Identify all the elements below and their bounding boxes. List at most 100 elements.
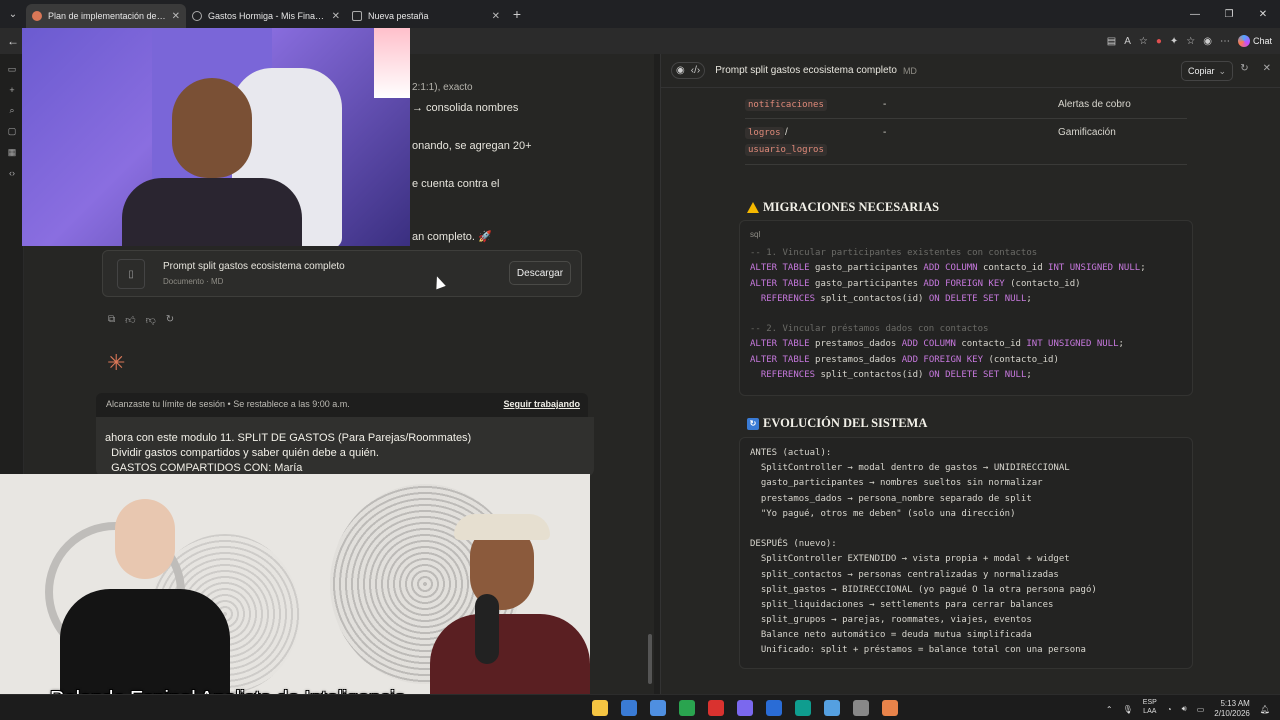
sql-keyword: ON DELETE SET: [928, 369, 1000, 380]
refresh-icon[interactable]: ↻: [1240, 63, 1248, 74]
panel-actions: ↻ ✕: [1240, 63, 1271, 74]
taskbar-app-icon[interactable]: [737, 700, 753, 716]
taskbar-apps: [592, 700, 898, 716]
taskbar-app-icon[interactable]: [766, 700, 782, 716]
reader-icon[interactable]: ▤: [1107, 36, 1116, 47]
tab-plan[interactable]: Plan de implementación de flujo d ✕: [26, 4, 186, 28]
session-limit-bar: Alcanzaste tu límite de sesión • Se rest…: [96, 393, 588, 417]
message-actions: ⧉ 👍︎ 👎︎ ↻: [108, 314, 174, 326]
chat-text-line: an completo. 🚀: [412, 231, 492, 243]
close-tab-icon[interactable]: ✕: [172, 11, 180, 22]
code-view-icon[interactable]: ‹/›: [691, 65, 700, 76]
chats-icon[interactable]: ▢: [0, 126, 24, 137]
artifact-panel-title: Prompt split gastos ecosistema completo: [715, 65, 897, 76]
preview-eye-icon[interactable]: ◉: [676, 65, 685, 76]
retry-icon[interactable]: ↻: [166, 314, 174, 326]
more-menu-icon[interactable]: ⋯: [1220, 36, 1230, 47]
evolution-lines: ANTES (actual): SplitController → modal …: [750, 446, 1182, 659]
sql-code-block: sql -- 1. Vincular participantes existent…: [739, 220, 1193, 396]
evolution-line: SplitController → modal dentro de gastos…: [750, 463, 1070, 474]
microphone-icon[interactable]: 🎙︎: [1123, 705, 1133, 714]
message-input[interactable]: ahora con este modulo 11. SPLIT DE GASTO…: [96, 417, 594, 477]
artifact-title: Prompt split gastos ecosistema completo: [163, 261, 345, 272]
close-window-icon[interactable]: ✕: [1246, 9, 1280, 20]
code-comment: -- 1. Vincular participantes existentes …: [750, 248, 1038, 259]
view-toggle[interactable]: ◉ ‹/›: [671, 62, 706, 79]
tab-title: Plan de implementación de flujo d: [48, 11, 166, 21]
taskbar-app-icon[interactable]: [621, 700, 637, 716]
new-chat-icon[interactable]: +: [0, 85, 24, 95]
taskbar-app-icon[interactable]: [882, 700, 898, 716]
evolution-line: DESPUÉS (nuevo):: [750, 539, 837, 550]
favorite-star-icon[interactable]: ☆: [1139, 36, 1148, 47]
lang-code: ESP: [1142, 699, 1157, 706]
sql-keyword: ALTER TABLE: [750, 339, 810, 350]
tab-nueva[interactable]: Nueva pestaña ✕: [346, 4, 506, 28]
taskbar-app-icon[interactable]: [679, 700, 695, 716]
tab-title: Gastos Hormiga - Mis Finanzas: [208, 11, 326, 21]
sql-keyword: ADD COLUMN: [901, 339, 956, 350]
puzzle-icon[interactable]: ✦: [1170, 36, 1178, 47]
code-token: ;: [1026, 293, 1032, 304]
migrations-heading: MIGRACIONES NECESARIAS: [747, 200, 939, 215]
evolution-line: "Yo pagué, otros me deben" (solo una dir…: [750, 508, 1016, 519]
language-indicator[interactable]: ESP LAA: [1143, 698, 1157, 716]
person-head: [172, 78, 252, 178]
text-size-icon[interactable]: A: [1124, 36, 1131, 47]
projects-icon[interactable]: ▦: [0, 147, 24, 158]
battery-icon[interactable]: ▭: [1197, 705, 1205, 714]
close-tab-icon[interactable]: ✕: [332, 11, 340, 22]
new-tab-icon[interactable]: +: [506, 6, 528, 22]
minimize-icon[interactable]: —: [1178, 9, 1212, 20]
thumbs-up-icon[interactable]: 👍︎: [125, 314, 135, 326]
thumbs-down-icon[interactable]: 👎︎: [146, 314, 156, 326]
taskbar-app-icon[interactable]: [592, 700, 608, 716]
chat-text-line: 2:1:1), exacto: [412, 82, 473, 93]
input-line: Dividir gastos compartidos y saber quién…: [105, 447, 379, 459]
code-token: ;: [1140, 263, 1146, 274]
tab-menu-icon[interactable]: ⌄: [0, 0, 26, 28]
taskbar-app-icon[interactable]: [795, 700, 811, 716]
close-panel-icon[interactable]: ✕: [1263, 63, 1271, 74]
chat-scrollbar[interactable]: [648, 634, 652, 684]
notification-bell-icon[interactable]: 🔔︎: [1260, 705, 1270, 714]
sidebar-toggle-icon[interactable]: ▭: [0, 64, 24, 75]
code-token: prestamos_dados: [815, 354, 897, 365]
sql-keyword: INT UNSIGNED: [1048, 263, 1114, 274]
artifact-card[interactable]: ▯ Prompt split gastos ecosistema complet…: [102, 250, 582, 297]
copy-button[interactable]: Copiar ⌄: [1181, 61, 1233, 81]
profile-avatar-icon[interactable]: ◉: [1203, 36, 1212, 47]
taskbar-app-icon[interactable]: [650, 700, 666, 716]
sql-keyword: ALTER TABLE: [750, 278, 810, 289]
presenter-left: [60, 499, 230, 720]
evolution-line: SplitController EXTENDIDO → vista propia…: [750, 554, 1070, 565]
chevron-up-icon[interactable]: ⌃: [1106, 705, 1113, 714]
evolution-line: split_grupos → parejas, roommates, viaje…: [750, 615, 1032, 626]
taskbar-app-icon[interactable]: [853, 700, 869, 716]
extension-icon[interactable]: ●: [1156, 36, 1162, 47]
continue-working-link[interactable]: Seguir trabajando: [503, 399, 580, 409]
taskbar-app-icon[interactable]: [824, 700, 840, 716]
code-icon[interactable]: ‹›: [0, 168, 24, 178]
taskbar-app-icon[interactable]: [708, 700, 724, 716]
maximize-icon[interactable]: ❐: [1212, 9, 1246, 20]
presenter-head: [115, 499, 175, 579]
sql-keyword: NULL: [1004, 293, 1027, 304]
sql-keyword: REFERENCES: [760, 369, 816, 380]
copilot-chat-button[interactable]: Chat: [1237, 35, 1272, 47]
evolution-line: Balance neto automático = deuda mutua si…: [750, 630, 1032, 641]
table-cell: -: [883, 99, 887, 110]
code-token: (contacto_id): [988, 354, 1059, 365]
wifi-icon[interactable]: ◔: [1167, 705, 1172, 714]
search-icon[interactable]: ⌕: [0, 105, 24, 116]
download-button[interactable]: Descargar: [509, 261, 571, 285]
table-row: notificaciones - Alertas de cobro: [745, 94, 1187, 119]
volume-icon[interactable]: 🔊︎: [1182, 704, 1187, 714]
favorites-icon[interactable]: ☆: [1186, 36, 1195, 47]
close-tab-icon[interactable]: ✕: [492, 11, 500, 22]
tab-gastos[interactable]: Gastos Hormiga - Mis Finanzas ✕: [186, 4, 346, 28]
webcam-overlay-top: [22, 28, 410, 246]
copy-icon[interactable]: ⧉: [108, 314, 115, 326]
chevron-down-icon[interactable]: ⌄: [1218, 66, 1226, 77]
clock[interactable]: 5:13 AM 2/10/2026: [1214, 699, 1250, 719]
